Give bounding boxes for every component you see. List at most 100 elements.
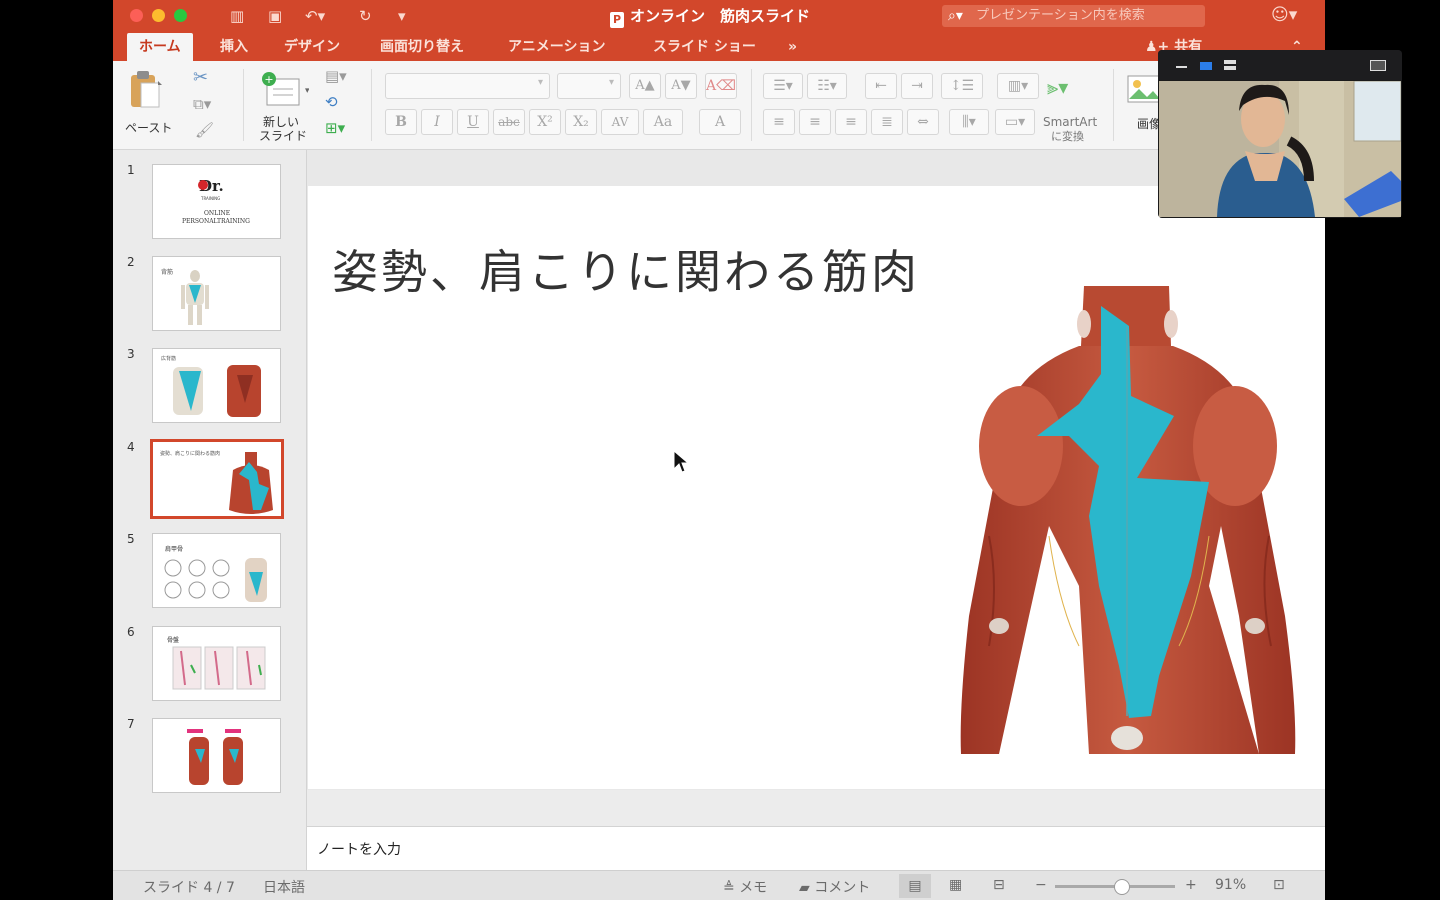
columns-icon[interactable]: ▥▾ — [997, 73, 1039, 99]
ribbon-home: ペースト ✂ ⧉▾ 🖌 + ▾ 新しい スライド ▤▾ ⟲ ⊞▾ ▾ ▾ A▲ … — [113, 61, 1325, 150]
reset-slide-icon[interactable]: ⟲ — [325, 93, 338, 111]
comments-toggle-button[interactable]: ▰ コメント — [799, 877, 870, 897]
line-spacing-icon[interactable]: ↕☰ — [941, 73, 983, 99]
video-call-window[interactable] — [1158, 50, 1402, 218]
slide-editor: 姿勢、肩こりに関わる筋肉 — [307, 150, 1325, 790]
search-input[interactable]: ⌕▾ プレゼンテーション内を検索 — [942, 5, 1205, 27]
thumbnail-number: 3 — [127, 347, 135, 361]
lower-body-figures — [187, 729, 243, 785]
language-indicator[interactable]: 日本語 — [263, 877, 305, 897]
picture-icon[interactable] — [1127, 75, 1161, 105]
zoom-slider-knob[interactable] — [1114, 879, 1130, 895]
zoom-slider[interactable] — [1055, 879, 1175, 895]
align-right-icon[interactable]: ≡ — [835, 109, 867, 135]
align-text-icon[interactable]: ▭▾ — [995, 109, 1035, 135]
decrease-indent-icon[interactable]: ⇤ — [865, 73, 897, 99]
layout-icon[interactable]: ▤▾ — [325, 67, 347, 85]
notes-toggle-button[interactable]: ≜ メモ — [723, 877, 767, 897]
slide-canvas[interactable]: 姿勢、肩こりに関わる筋肉 — [308, 186, 1325, 789]
strikethrough-button[interactable]: abc — [493, 109, 525, 135]
tab-slideshow[interactable]: スライド ショー — [653, 33, 756, 61]
fit-to-window-icon[interactable]: ⊡ — [1273, 877, 1285, 893]
video-layout-icon[interactable] — [1200, 62, 1212, 70]
zoom-level[interactable]: 91% — [1215, 877, 1246, 893]
thumbnail-slide-3[interactable]: 広背筋 — [152, 348, 281, 423]
save-icon[interactable]: ▣ — [268, 6, 282, 26]
italic-button[interactable]: I — [421, 109, 453, 135]
tab-home[interactable]: ホーム — [127, 33, 193, 61]
slide-thumbnail-pane[interactable]: 1 Dr. TRAINING ONLINE PERSONALTRAINING 2… — [113, 150, 307, 870]
undo-icon[interactable]: ↶▾ — [305, 6, 325, 26]
font-color-button[interactable]: A — [699, 109, 741, 135]
cut-icon[interactable]: ✂ — [193, 67, 208, 88]
back-muscle-figure — [229, 452, 273, 514]
new-slide-button[interactable]: + ▾ 新しい スライド — [255, 67, 315, 145]
thumbnail-slide-7[interactable] — [152, 718, 281, 793]
shrink-font-button[interactable]: A▼ — [665, 73, 697, 99]
grow-font-button[interactable]: A▲ — [629, 73, 661, 99]
zoom-in-button[interactable]: + — [1185, 877, 1197, 893]
bold-button[interactable]: B — [385, 109, 417, 135]
superscript-button[interactable]: X² — [529, 109, 561, 135]
tab-insert[interactable]: 挿入 — [220, 33, 248, 61]
feedback-smiley-icon[interactable]: ☺▾ — [1271, 5, 1297, 25]
numbering-icon[interactable]: ☷▾ — [807, 73, 847, 99]
video-toolbar — [1158, 50, 1402, 80]
thumbnail-slide-4[interactable]: 姿勢、肩こりに関わる筋肉 — [150, 439, 284, 519]
font-family-select[interactable]: ▾ — [385, 73, 550, 99]
back-muscle-illustration — [960, 286, 1296, 754]
ribbon-separator — [371, 69, 372, 141]
tab-more[interactable]: » — [788, 33, 797, 61]
thumbnail-caption: 背筋 — [161, 269, 174, 276]
normal-view-icon[interactable]: ▤ — [899, 874, 931, 898]
justify-icon[interactable]: ≣ — [871, 109, 903, 135]
close-window-button[interactable] — [130, 9, 143, 22]
minimize-video-icon[interactable] — [1176, 66, 1187, 68]
tab-transitions[interactable]: 画面切り替え — [380, 33, 464, 61]
thumbnail-slide-1[interactable]: Dr. TRAINING ONLINE PERSONALTRAINING — [152, 164, 281, 239]
smartart-icon[interactable]: ⫸▾ — [1047, 75, 1068, 99]
underline-button[interactable]: U — [457, 109, 489, 135]
character-spacing-button[interactable]: AV — [601, 109, 639, 135]
slide-title[interactable]: 姿勢、肩こりに関わる筋肉 — [332, 236, 920, 302]
thumbnail-number: 5 — [127, 532, 135, 546]
customize-toolbar-icon[interactable]: ▾ — [398, 6, 406, 26]
minimize-window-button[interactable] — [152, 9, 165, 22]
gallery-view-icon[interactable] — [1224, 60, 1236, 64]
slide-sorter-icon[interactable]: ▦ — [949, 877, 962, 893]
ribbon-separator — [1113, 69, 1114, 141]
format-painter-icon[interactable]: 🖌 — [195, 121, 214, 139]
zoom-out-button[interactable]: − — [1035, 877, 1047, 893]
presenter-view-icon[interactable]: ⊟ — [993, 877, 1005, 893]
align-left-icon[interactable]: ≡ — [763, 109, 795, 135]
tab-design[interactable]: デザイン — [284, 33, 340, 61]
thumbnail-subtitle: ONLINE — [204, 210, 231, 217]
editor-divider[interactable] — [307, 790, 1325, 826]
title-bar: ▥ ▣ ↶▾ ↻ ▾ P オンライン 筋肉スライド ⌕▾ プレゼンテーション内を検… — [113, 0, 1325, 33]
mouse-pointer-icon — [673, 450, 689, 473]
text-direction-icon[interactable]: ⫼▾ — [949, 109, 989, 135]
copy-icon[interactable]: ⧉▾ — [193, 95, 211, 113]
align-center-icon[interactable]: ≡ — [799, 109, 831, 135]
exit-fullscreen-icon[interactable] — [1370, 60, 1386, 71]
thumbnail-slide-5[interactable]: 肩甲骨 — [152, 533, 281, 608]
increase-indent-icon[interactable]: ⇥ — [901, 73, 933, 99]
section-icon[interactable]: ⊞▾ — [325, 119, 345, 137]
ribbon-separator — [751, 69, 752, 141]
font-size-select[interactable]: ▾ — [557, 73, 621, 99]
change-case-button[interactable]: Aa — [643, 109, 683, 135]
thumbnail-slide-2[interactable]: 背筋 — [152, 256, 281, 331]
thumbnail-slide-6[interactable]: 骨盤 — [152, 626, 281, 701]
maximize-window-button[interactable] — [174, 9, 187, 22]
distributed-icon[interactable]: ⇔ — [907, 109, 939, 135]
redo-icon[interactable]: ↻ — [359, 6, 372, 26]
clear-formatting-icon[interactable]: A⌫ — [705, 73, 737, 99]
paste-button[interactable]: ペースト — [123, 67, 179, 137]
tab-animations[interactable]: アニメーション — [508, 33, 605, 61]
thumbnail-number: 4 — [127, 440, 135, 454]
subscript-button[interactable]: X₂ — [565, 109, 597, 135]
sidebar-toggle-icon[interactable]: ▥ — [230, 6, 244, 26]
bullets-icon[interactable]: ☰▾ — [763, 73, 803, 99]
notes-pane[interactable]: ノートを入力 — [307, 826, 1325, 871]
clipboard-icon — [131, 71, 162, 108]
